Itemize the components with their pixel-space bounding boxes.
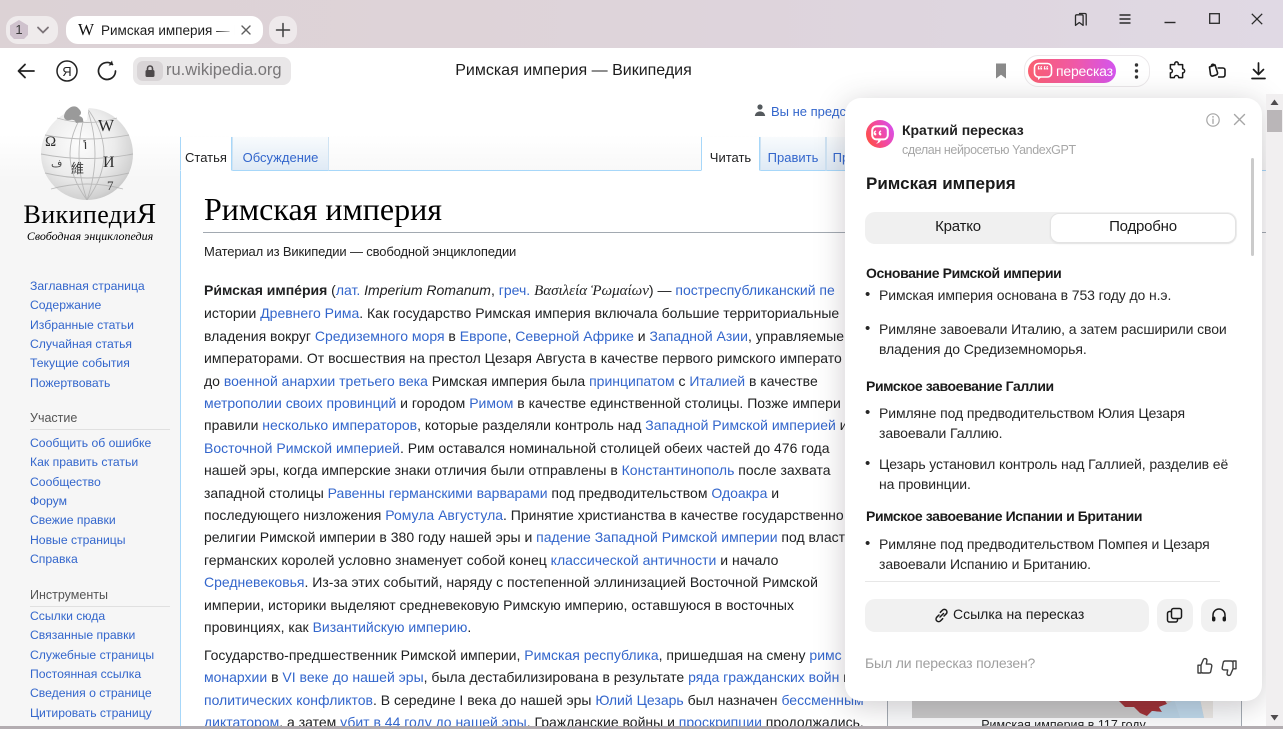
- svg-text:Я: Я: [62, 64, 71, 79]
- svg-text:““: ““: [1037, 64, 1049, 78]
- svg-text:ݴ: ݴ: [82, 138, 89, 152]
- svg-text:維: 維: [71, 161, 84, 176]
- svg-text:И: И: [103, 154, 115, 171]
- svg-text:Ω: Ω: [45, 134, 56, 150]
- svg-text:7: 7: [107, 178, 114, 193]
- svg-text:W: W: [98, 116, 115, 135]
- svg-text:ف: ف: [51, 158, 62, 170]
